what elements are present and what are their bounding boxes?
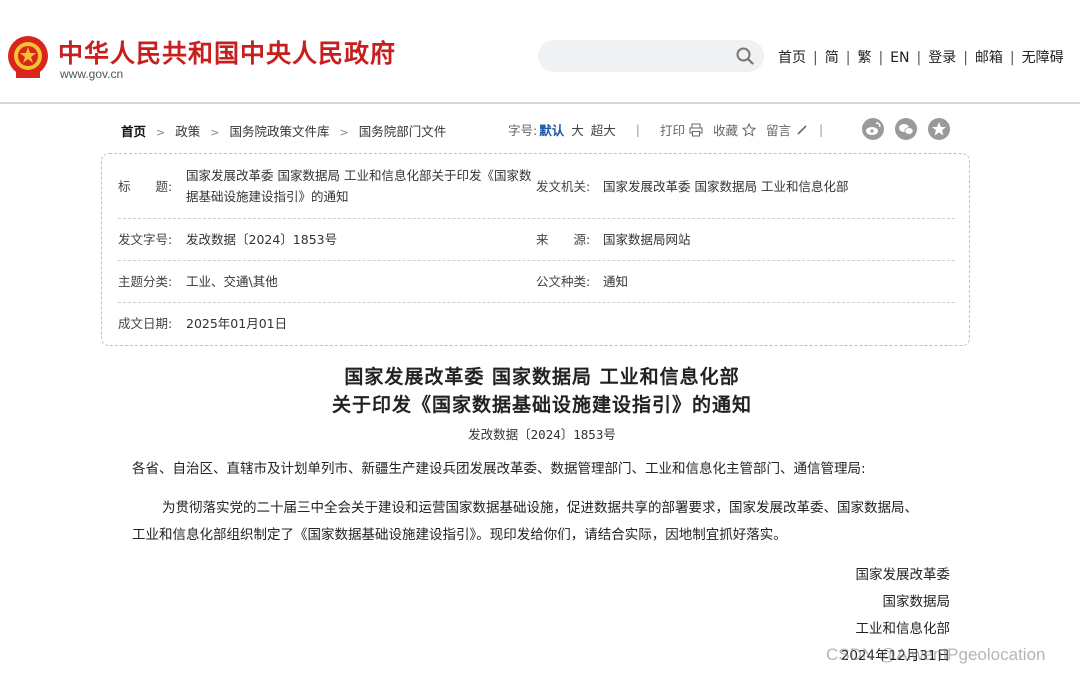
top-links: 首页 | 简 | 繁 | EN | 登录 | 邮箱 | 无障碍 [778, 47, 1064, 67]
separator: | [1009, 50, 1015, 66]
breadcrumb: 首页 > 政策 > 国务院政策文件库 > 国务院部门文件 [121, 121, 446, 140]
print-button[interactable]: 打印 [660, 120, 685, 139]
watermark: CSDN @AiwenIPgeolocation [826, 645, 1046, 664]
category-value: 工业、交通\其他 [186, 274, 278, 289]
issuer-value: 国家发展改革委 国家数据局 工业和信息化部 [603, 179, 849, 194]
separator: | [813, 50, 818, 66]
doc-type-value: 通知 [603, 274, 629, 289]
docno-label: 发文字号: [118, 232, 173, 247]
title-label: 标 题: [118, 179, 173, 194]
national-emblem-icon[interactable] [6, 34, 50, 80]
site-header: 中华人民共和国中央人民政府 www.gov.cn 首页 | 简 | 繁 | EN | 登录 | 邮箱… [0, 0, 1080, 104]
font-size-xlarge[interactable]: 超大 [591, 120, 616, 139]
breadcrumb-home[interactable]: 首页 [121, 124, 146, 139]
chevron-right-icon: > [210, 126, 220, 139]
favorite-button[interactable]: 收藏 [713, 120, 738, 139]
star-outline-icon[interactable] [742, 122, 757, 137]
article-salutation: 各省、自治区、直辖市及计划单列市、新疆生产建设兵团发展改革委、数据管理部门、工业… [132, 461, 866, 477]
separator: | [635, 122, 640, 137]
search-icon[interactable] [736, 47, 754, 65]
article-body-line2: 工业和信息化部组织制定了《国家数据基础设施建设指引》。现印发给你们，请结合实际，… [132, 527, 787, 543]
signature-ndrc: 国家发展改革委 [855, 567, 951, 583]
article-title-line1: 国家发展改革委 国家数据局 工业和信息化部 [344, 366, 740, 388]
breadcrumb-department-docs[interactable]: 国务院部门文件 [359, 124, 447, 139]
top-link-accessibility[interactable]: 无障碍 [1022, 50, 1064, 66]
separator: | [963, 50, 968, 66]
separator: | [845, 50, 851, 66]
article-doc-number: 发改数据〔2024〕1853号 [468, 427, 616, 442]
printer-icon[interactable] [689, 123, 703, 137]
top-link-simplified[interactable]: 简 [825, 50, 839, 66]
top-link-traditional[interactable]: 繁 [857, 50, 871, 66]
star-icon[interactable] [928, 118, 950, 140]
font-size-label: 字号: [508, 123, 538, 138]
top-link-mailbox[interactable]: 邮箱 [975, 50, 1003, 66]
date-value: 2025年01月01日 [186, 316, 288, 331]
date-label: 成文日期: [118, 316, 173, 331]
breadcrumb-policy[interactable]: 政策 [175, 124, 200, 139]
separator: | [819, 122, 824, 137]
title-value-line2: 据基础设施建设指引》的通知 [186, 189, 349, 204]
chevron-right-icon: > [156, 126, 166, 139]
divider [118, 260, 955, 261]
font-size-default[interactable]: 默认 [539, 120, 564, 139]
site-domain: www.gov.cn [60, 67, 124, 81]
source-label: 来 源: [536, 232, 591, 247]
pencil-icon[interactable] [795, 123, 809, 137]
weibo-glyph-icon [866, 122, 881, 135]
source-value: 国家数据局网站 [603, 232, 691, 247]
doc-type-label: 公文种类: [536, 274, 591, 289]
top-link-home[interactable]: 首页 [778, 50, 806, 66]
comment-button[interactable]: 留言 [766, 120, 791, 139]
breadcrumb-policy-library[interactable]: 国务院政策文件库 [229, 124, 329, 139]
top-link-login[interactable]: 登录 [928, 50, 956, 66]
article-body-line1: 为贯彻落实党的二十届三中全会关于建设和运营国家数据基础设施，促进数据共享的部署要… [162, 500, 918, 516]
divider [118, 302, 955, 303]
separator: | [878, 50, 884, 66]
document-info-box: 标 题: 国家发展改革委 国家数据局 工业和信息化部关于印发《国家数 据基础设施… [101, 153, 970, 346]
top-link-english[interactable]: EN [890, 50, 909, 66]
search-box[interactable] [538, 40, 764, 72]
docno-value: 发改数据〔2024〕1853号 [186, 232, 338, 247]
search-input[interactable] [538, 40, 718, 72]
weibo-icon[interactable] [862, 118, 884, 140]
divider [118, 218, 955, 219]
wechat-glyph-icon [899, 124, 914, 135]
article-tools: 字号: 默认 大 超大 | 打印 收藏 留言 | [508, 120, 833, 139]
separator: | [916, 50, 922, 66]
chevron-right-icon: > [339, 126, 349, 139]
category-label: 主题分类: [118, 274, 173, 289]
site-title[interactable]: 中华人民共和国中央人民政府 [58, 34, 396, 70]
title-value-line1: 国家发展改革委 国家数据局 工业和信息化部关于印发《国家数 [186, 168, 532, 183]
signature-miit: 工业和信息化部 [855, 621, 951, 637]
font-size-large[interactable]: 大 [571, 120, 584, 139]
signature-nda: 国家数据局 [882, 594, 951, 610]
star-glyph-icon [932, 122, 946, 136]
wechat-icon[interactable] [895, 118, 917, 140]
issuer-label: 发文机关: [536, 179, 591, 194]
article-title-line2: 关于印发《国家数据基础设施建设指引》的通知 [331, 394, 752, 416]
